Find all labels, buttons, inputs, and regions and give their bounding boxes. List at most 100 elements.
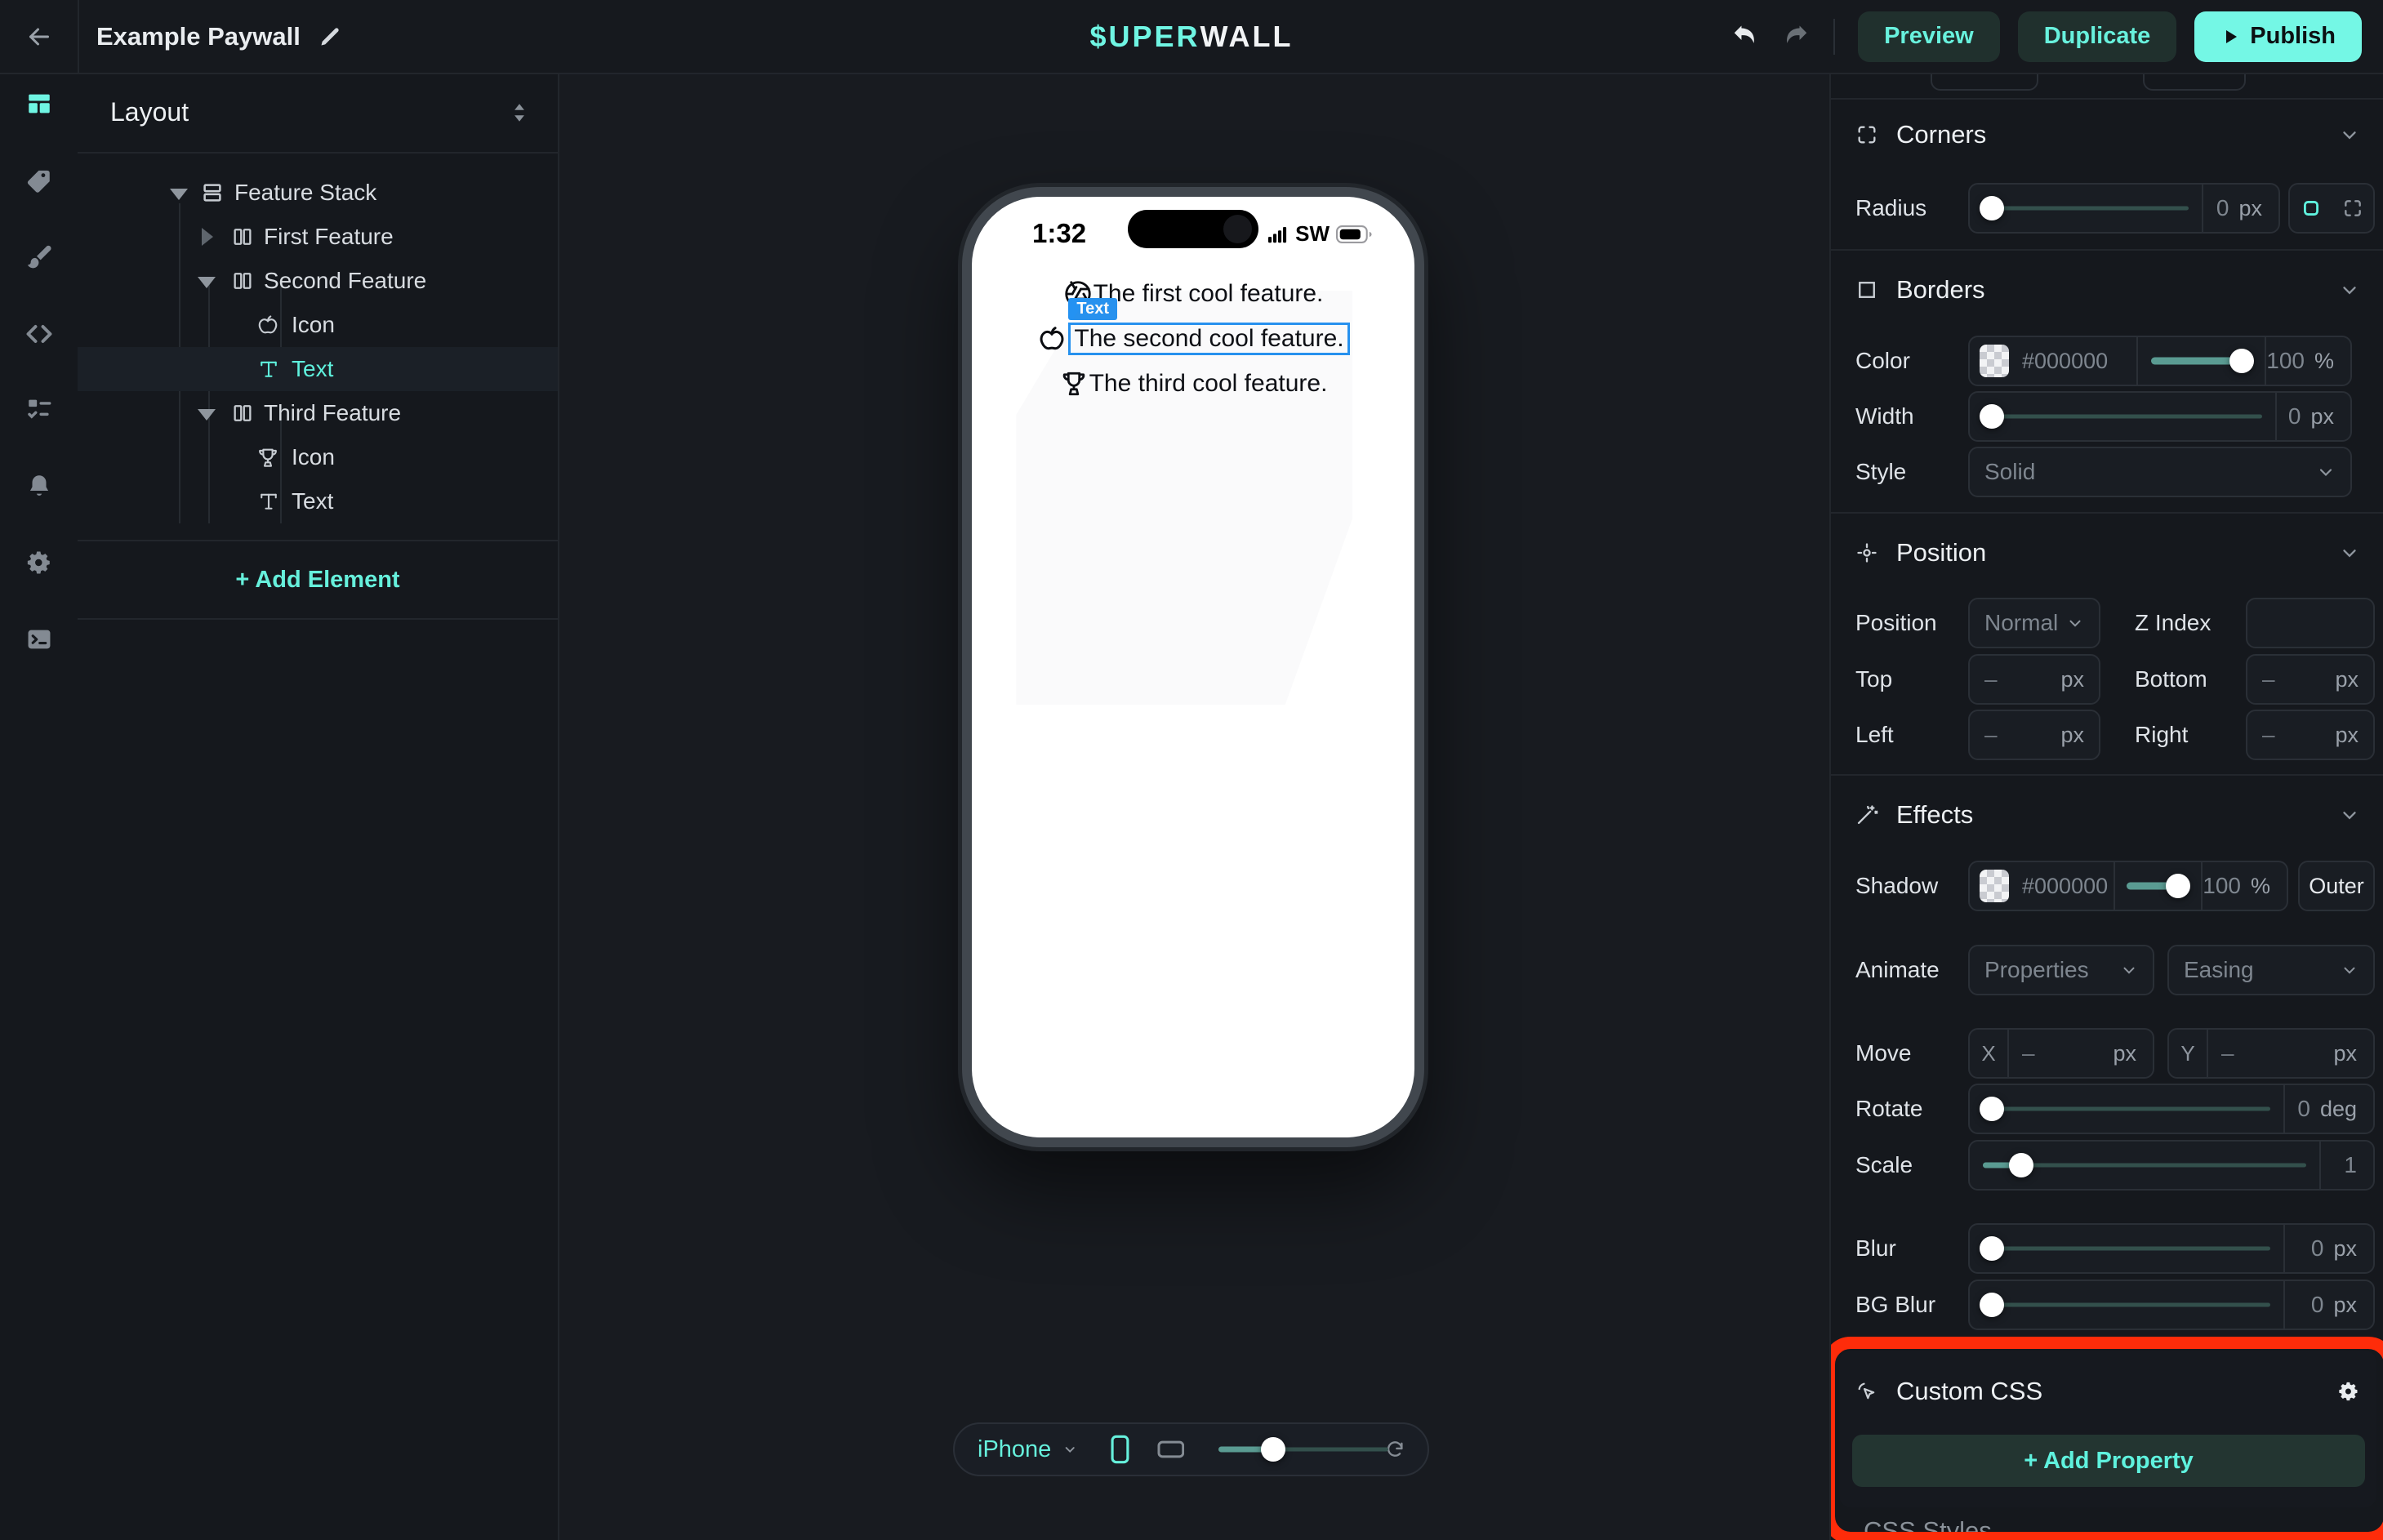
border-opacity-slider[interactable]	[2136, 337, 2265, 385]
back-button[interactable]	[0, 0, 79, 73]
rotate-row: Rotate 0deg	[1831, 1084, 2383, 1134]
tree-item-icon[interactable]: Icon	[78, 435, 558, 479]
move-x-input[interactable]: –px	[2007, 1030, 2153, 1077]
carrier-label: SW	[1295, 221, 1330, 247]
border-width-input[interactable]: 0px	[2275, 393, 2350, 440]
chevron-down-icon[interactable]	[2339, 124, 2360, 145]
theme-brush-icon[interactable]	[25, 243, 53, 271]
animate-easing-select[interactable]: Easing	[2167, 945, 2375, 995]
redo-icon[interactable]	[1779, 21, 1811, 52]
position-type-select[interactable]: Normal	[1968, 598, 2100, 648]
publish-button[interactable]: Publish	[2194, 11, 2362, 62]
zindex-input[interactable]	[2246, 598, 2375, 648]
borders-icon	[1855, 278, 1878, 301]
expander-down-icon[interactable]	[198, 409, 216, 421]
tree-item-text-selected[interactable]: Text	[78, 347, 558, 391]
blur-input[interactable]: 0px	[2283, 1225, 2373, 1272]
chevron-down-icon[interactable]	[2339, 279, 2360, 300]
transparent-swatch[interactable]	[1980, 345, 2009, 377]
chevron-down-icon[interactable]	[2339, 542, 2360, 563]
blur-slider-handle[interactable]	[1980, 1236, 2004, 1261]
border-width-slider[interactable]	[1970, 393, 2275, 440]
add-element-button[interactable]: + Add Element	[78, 550, 558, 609]
bottom-input[interactable]: –px	[2246, 654, 2375, 705]
radius-slider[interactable]	[1970, 185, 2202, 232]
portrait-orientation-icon[interactable]	[1111, 1432, 1129, 1467]
feature-text[interactable]: The first cool feature.	[1094, 280, 1324, 308]
bg-blur-slider[interactable]	[1970, 1281, 2283, 1329]
selected-text-element[interactable]: The second cool feature. Text	[1068, 323, 1349, 355]
feature-row-selected[interactable]: The second cool feature. Text	[1036, 320, 1349, 358]
shadow-opacity-input[interactable]: 100%	[2201, 862, 2287, 910]
device-toolbar: iPhone	[953, 1422, 1429, 1476]
rotate-slider-handle[interactable]	[1980, 1097, 2004, 1121]
layout-tab-icon[interactable]	[25, 90, 53, 118]
position-section-header[interactable]: Position	[1831, 528, 2383, 577]
shadow-mode-button[interactable]: Outer	[2298, 861, 2375, 911]
move-x-prefix: X	[1970, 1030, 2007, 1077]
right-input[interactable]: –px	[2246, 710, 2375, 760]
device-select[interactable]: iPhone	[978, 1436, 1051, 1463]
scale-slider-handle[interactable]	[2009, 1153, 2033, 1177]
tree-item-first-feature[interactable]: First Feature	[78, 215, 558, 259]
shadow-opacity-slider[interactable]	[2114, 862, 2202, 910]
landscape-orientation-icon[interactable]	[1157, 1437, 1185, 1462]
bg-blur-slider-handle[interactable]	[1980, 1293, 2004, 1317]
radius-slider-handle[interactable]	[1980, 196, 2004, 220]
corners-section-header[interactable]: Corners	[1831, 110, 2383, 159]
left-input[interactable]: –px	[1968, 710, 2100, 760]
feature-row[interactable]: The third cool feature.	[1059, 365, 1328, 403]
scale-slider[interactable]	[1970, 1142, 2319, 1189]
panel-divider	[78, 540, 558, 541]
expander-right-icon[interactable]	[202, 228, 213, 246]
feature-text[interactable]: The third cool feature.	[1089, 370, 1328, 398]
code-icon[interactable]	[24, 319, 54, 349]
effects-section-header[interactable]: Effects	[1831, 790, 2383, 839]
products-tag-icon[interactable]	[25, 167, 53, 194]
terminal-icon[interactable]	[25, 625, 53, 653]
border-style-select[interactable]: Solid	[1968, 447, 2352, 497]
scale-input[interactable]: 1	[2319, 1142, 2373, 1189]
tree-item-text[interactable]: Text	[78, 479, 558, 523]
duplicate-button[interactable]: Duplicate	[2018, 11, 2177, 62]
borders-section-header[interactable]: Borders	[1831, 265, 2383, 314]
shadow-slider-handle[interactable]	[2166, 874, 2190, 898]
top-input[interactable]: –px	[1968, 654, 2100, 705]
animate-properties-select[interactable]: Properties	[1968, 945, 2154, 995]
chevron-down-icon[interactable]	[1062, 1440, 1077, 1459]
blur-slider[interactable]	[1970, 1225, 2283, 1272]
notifications-bell-icon[interactable]	[25, 472, 53, 500]
feature-row[interactable]: The first cool feature.	[1063, 275, 1324, 313]
tree-item-feature-stack[interactable]: Feature Stack	[78, 171, 558, 215]
bg-blur-input[interactable]: 0px	[2283, 1281, 2373, 1329]
feature-text[interactable]: The second cool feature.	[1074, 325, 1343, 352]
chevron-down-icon[interactable]	[2339, 804, 2360, 826]
width-slider-handle[interactable]	[1980, 404, 2004, 429]
expander-down-icon[interactable]	[170, 189, 188, 200]
per-corner-radius-button[interactable]	[2332, 185, 2373, 232]
radius-input[interactable]: 0px	[2202, 185, 2278, 232]
transparent-swatch[interactable]	[1980, 870, 2009, 902]
shadow-color-swatch[interactable]: #000000	[1970, 862, 2114, 910]
border-color-swatch[interactable]: #000000	[1970, 337, 2136, 385]
uniform-radius-button[interactable]	[2290, 185, 2332, 232]
phone-screen[interactable]: 1:32 SW The first cool feature.	[972, 197, 1414, 1137]
move-y-input[interactable]: –px	[2207, 1030, 2373, 1077]
tree-item-third-feature[interactable]: Third Feature	[78, 391, 558, 435]
checklist-icon[interactable]	[25, 395, 53, 423]
iphone-preview: 1:32 SW The first cool feature.	[962, 187, 1424, 1147]
edit-pencil-icon[interactable]	[318, 25, 341, 48]
rotate-input[interactable]: 0deg	[2283, 1085, 2373, 1133]
tree-item-icon[interactable]: Icon	[78, 303, 558, 347]
zoom-slider[interactable]	[1218, 1437, 1348, 1462]
preview-button[interactable]: Preview	[1858, 11, 2000, 62]
undo-icon[interactable]	[1730, 21, 1762, 52]
opacity-slider-handle[interactable]	[2229, 349, 2254, 373]
expander-down-icon[interactable]	[198, 277, 216, 288]
rotate-slider[interactable]	[1970, 1085, 2283, 1133]
zoom-slider-handle[interactable]	[1261, 1437, 1285, 1462]
tree-item-second-feature[interactable]: Second Feature	[78, 259, 558, 303]
border-opacity-input[interactable]: 100%	[2265, 337, 2350, 385]
settings-gear-icon[interactable]	[25, 549, 53, 576]
sort-icon[interactable]	[509, 100, 530, 125]
